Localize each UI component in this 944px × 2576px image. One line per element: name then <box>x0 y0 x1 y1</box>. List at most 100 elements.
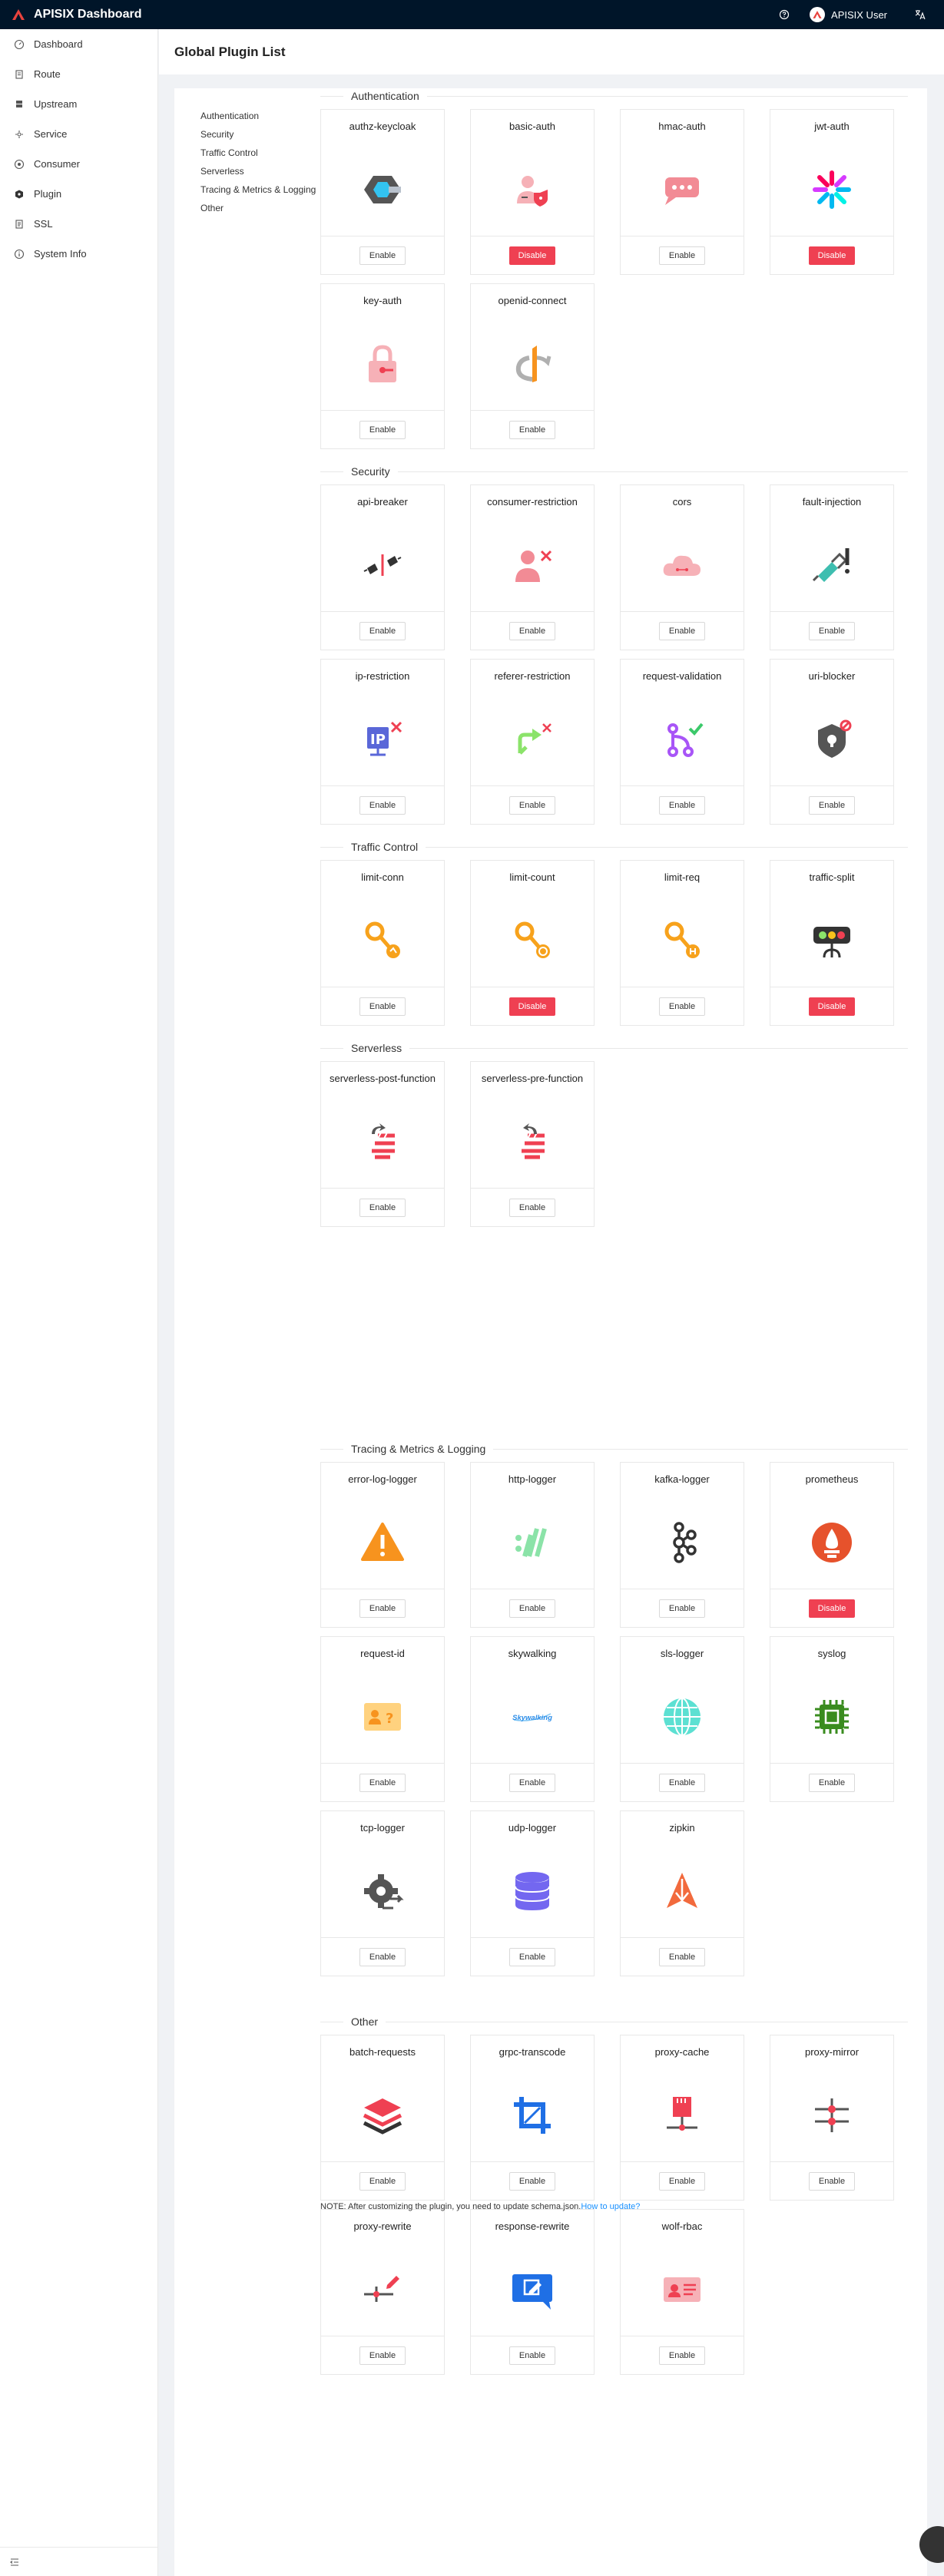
sidebar-item-dashboard[interactable]: Dashboard <box>0 29 157 59</box>
plugin-card-cors: cors Enable <box>620 484 744 650</box>
enable-button[interactable]: Enable <box>509 2171 555 2191</box>
anchor-link[interactable]: Security <box>200 125 316 144</box>
language-switch[interactable] <box>906 0 935 29</box>
plugin-icon-area <box>321 519 444 611</box>
enable-button[interactable]: Enable <box>509 2346 555 2365</box>
plugin-icon-area <box>471 1496 594 1589</box>
enable-button[interactable]: Enable <box>509 795 555 815</box>
skywalking-icon: Skywalking <box>512 1713 552 1722</box>
enable-button[interactable]: Enable <box>809 795 855 815</box>
anchor-link[interactable]: Tracing & Metrics & Logging <box>200 180 316 199</box>
plugin-card-jwt-auth: jwt-auth Disable <box>770 109 894 275</box>
user-menu[interactable]: APISIX User <box>810 7 887 22</box>
sidebar-item-consumer[interactable]: Consumer <box>0 149 157 179</box>
enable-button[interactable]: Enable <box>659 2346 705 2365</box>
sidebar-item-service[interactable]: Service <box>0 119 157 149</box>
sidebar-item-route[interactable]: Route <box>0 59 157 89</box>
plugin-card-fault-injection: fault-injection Enable <box>770 484 894 650</box>
enable-button[interactable]: Enable <box>659 2171 705 2191</box>
plugin-name: wolf-rbac <box>661 2221 703 2232</box>
enable-button[interactable]: Enable <box>359 246 406 265</box>
plugin-actions: Enable <box>471 2161 594 2200</box>
enable-button[interactable]: Enable <box>659 1599 705 1618</box>
anchor-link[interactable]: Traffic Control <box>200 144 316 162</box>
plugin-icon-area <box>321 1496 444 1589</box>
plugin-actions: Disable <box>770 1589 893 1627</box>
enable-button[interactable]: Enable <box>809 2171 855 2191</box>
enable-button[interactable]: Enable <box>659 997 705 1016</box>
enable-button[interactable]: Enable <box>359 1198 406 1217</box>
anchor-link[interactable]: Serverless <box>200 162 316 180</box>
plugin-card-wolf-rbac: wolf-rbac Enable <box>620 2209 744 2375</box>
avatar <box>810 7 826 22</box>
logo[interactable]: APISIX Dashboard <box>0 7 141 22</box>
anchor-link[interactable]: Authentication <box>200 107 316 125</box>
enable-button[interactable]: Enable <box>809 1773 855 1792</box>
enable-button[interactable]: Enable <box>659 246 705 265</box>
disable-button[interactable]: Disable <box>809 246 855 265</box>
enable-button[interactable]: Enable <box>359 420 406 439</box>
keycloak-icon <box>364 176 401 203</box>
sidebar-item-label: Route <box>34 68 61 80</box>
sidebar-collapse-button[interactable] <box>0 2547 157 2576</box>
sidebar-item-system-info[interactable]: System Info <box>0 239 157 269</box>
plugin-icon-area <box>770 2069 893 2161</box>
plugin-name: hmac-auth <box>658 121 706 132</box>
plugin-actions: Enable <box>321 2161 444 2200</box>
plugin-actions: Enable <box>770 785 893 824</box>
enable-button[interactable]: Enable <box>659 1773 705 1792</box>
route-icon <box>15 69 23 79</box>
plugin-icon-area <box>321 318 444 410</box>
plugin-name: uri-blocker <box>808 670 856 682</box>
enable-button[interactable]: Enable <box>359 2171 406 2191</box>
enable-button[interactable]: Enable <box>509 1198 555 1217</box>
enable-button[interactable]: Enable <box>509 621 555 640</box>
enable-button[interactable]: Enable <box>509 1599 555 1618</box>
shield-block-icon <box>818 719 852 758</box>
plugin-icon-area <box>621 1496 744 1589</box>
plugin-card-grpc-transcode: grpc-transcode Enable <box>470 2035 595 2201</box>
enable-button[interactable]: Enable <box>359 621 406 640</box>
page-title: Global Plugin List <box>174 44 286 59</box>
enable-button[interactable]: Enable <box>509 1947 555 1966</box>
plugin-name: error-log-logger <box>348 1473 417 1485</box>
disable-button[interactable]: Disable <box>509 246 555 265</box>
plugin-card-serverless-pre-function: serverless-pre-function Enable <box>470 1061 595 1227</box>
enable-button[interactable]: Enable <box>359 1773 406 1792</box>
plugin-name: kafka-logger <box>654 1473 710 1485</box>
plugin-actions: Enable <box>471 1589 594 1627</box>
anchor-link[interactable]: Other <box>200 199 316 217</box>
help-button[interactable] <box>770 0 799 29</box>
upstream-icon <box>16 100 22 107</box>
plugin-name: zipkin <box>669 1822 695 1834</box>
disable-button[interactable]: Disable <box>809 997 855 1016</box>
plugin-icon-area <box>621 2244 744 2336</box>
plugin-name: proxy-mirror <box>804 2046 860 2058</box>
dashboard-icon <box>14 39 25 49</box>
enable-button[interactable]: Enable <box>509 420 555 439</box>
enable-button[interactable]: Enable <box>359 997 406 1016</box>
enable-button[interactable]: Enable <box>659 795 705 815</box>
enable-button[interactable]: Enable <box>659 1947 705 1966</box>
enable-button[interactable]: Enable <box>659 621 705 640</box>
sidebar-item-plugin[interactable]: Plugin <box>0 179 157 209</box>
plugin-name: batch-requests <box>349 2046 416 2058</box>
how-to-update-link[interactable]: How to update? <box>581 2202 640 2211</box>
disable-button[interactable]: Disable <box>509 997 555 1016</box>
ip-x-icon: IP <box>367 721 402 756</box>
plugin-card-limit-conn: limit-conn Enable <box>320 860 445 1026</box>
note-text: NOTE: After customizing the plugin, you … <box>320 2202 581 2211</box>
plugin-actions: Enable <box>621 1937 744 1976</box>
disable-button[interactable]: Disable <box>809 1599 855 1618</box>
enable-button[interactable]: Enable <box>359 2346 406 2365</box>
enable-button[interactable]: Enable <box>509 1773 555 1792</box>
section-divider: Tracing & Metrics & Logging <box>320 1441 908 1457</box>
enable-button[interactable]: Enable <box>359 795 406 815</box>
enable-button[interactable]: Enable <box>359 1599 406 1618</box>
enable-button[interactable]: Enable <box>809 621 855 640</box>
sidebar-item-ssl[interactable]: SSL <box>0 209 157 239</box>
limit-conn-icon <box>365 921 400 958</box>
enable-button[interactable]: Enable <box>359 1947 406 1966</box>
plugin-card-proxy-rewrite: proxy-rewrite Enable <box>320 2209 445 2375</box>
sidebar-item-upstream[interactable]: Upstream <box>0 89 157 119</box>
